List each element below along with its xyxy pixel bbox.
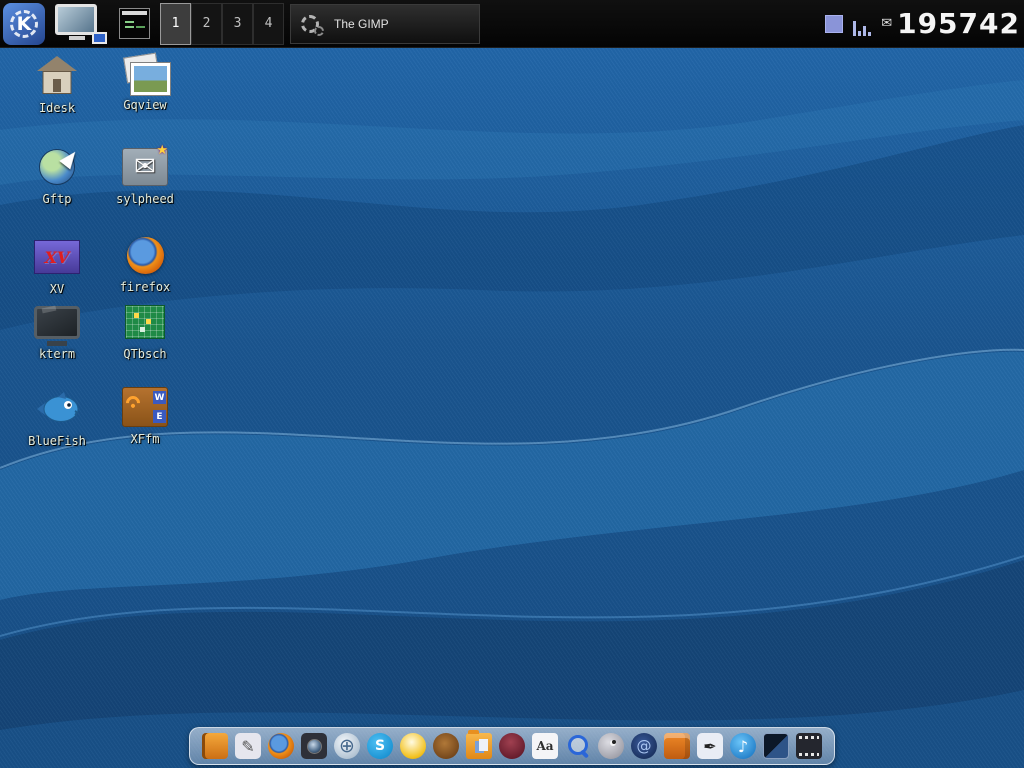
icon-box: XV <box>32 236 82 278</box>
letter-e: E <box>153 410 166 423</box>
dock-item-documents-folder[interactable] <box>466 733 492 759</box>
fish-icon <box>34 390 80 428</box>
desktop-icon-gqview[interactable]: Gqview <box>112 52 178 112</box>
xv-letters: XV <box>45 248 70 267</box>
desktop-icon-gftp[interactable]: Gftp <box>24 146 90 206</box>
xv-icon: XV <box>34 240 80 274</box>
icon-label: Idesk <box>24 101 90 115</box>
desktop-icon-firefox[interactable]: firefox <box>112 234 178 294</box>
mail-icon[interactable]: ✉ <box>881 16 892 31</box>
task-label: The GIMP <box>334 17 389 31</box>
terminal-launcher[interactable] <box>119 8 150 39</box>
file-manager-icon: W E <box>122 387 168 427</box>
mini-window-icon <box>92 32 107 44</box>
k-letter: K <box>17 13 32 35</box>
images-icon <box>120 52 170 94</box>
icon-label: XFfm <box>112 432 178 446</box>
meter-bar <box>858 31 861 36</box>
dock-item-web-browser[interactable]: ⊕ <box>334 733 360 759</box>
house-door <box>53 79 61 92</box>
gear-small-icon <box>314 26 324 36</box>
icon-label: firefox <box>112 280 178 294</box>
icon-label: BlueFish <box>24 434 90 448</box>
kde-menu-button[interactable]: K <box>3 3 45 45</box>
meter-bar <box>863 26 866 36</box>
taskbar-item-gimp[interactable]: The GIMP <box>290 4 480 44</box>
dock-item-search[interactable] <box>565 733 591 759</box>
icon-label: sylpheed <box>112 192 178 206</box>
dock-item-photo-editor[interactable] <box>763 733 789 759</box>
desktop-icon-xv[interactable]: XV XV <box>24 236 90 296</box>
icon-label: kterm <box>24 347 90 361</box>
dock-item-music[interactable]: ♪ <box>730 733 756 759</box>
icon-box: ✉ ★ <box>120 146 170 188</box>
icon-label: QTbsch <box>112 347 178 361</box>
icon-box <box>32 388 82 430</box>
dock: ✎ ⊕ S Aa @ ✒ ♪ <box>189 727 835 765</box>
meter-bar <box>868 32 871 36</box>
workspace-3[interactable]: 3 <box>222 3 253 45</box>
dock-item-address-book[interactable] <box>202 733 228 759</box>
dock-item-gimp[interactable] <box>598 733 624 759</box>
load-meter <box>853 12 871 36</box>
dock-item-idea[interactable] <box>400 733 426 759</box>
workspace-2[interactable]: 2 <box>191 3 222 45</box>
dock-item-fonts[interactable]: Aa <box>532 733 558 759</box>
display-launcher[interactable] <box>53 2 109 46</box>
desktop-icon-idesk[interactable]: Idesk <box>24 55 90 115</box>
home-icon <box>32 55 82 97</box>
dock-item-package[interactable] <box>664 733 690 759</box>
desktop-icon-xffm[interactable]: W E XFfm <box>112 386 178 446</box>
dock-item-gnu[interactable] <box>433 733 459 759</box>
star-badge: ★ <box>156 142 168 158</box>
desktop-icon-qtbsch[interactable]: QTbsch <box>112 301 178 361</box>
signal-arc-icon <box>123 393 143 413</box>
dock-item-camera[interactable] <box>301 733 327 759</box>
letter-w: W <box>153 391 166 404</box>
dock-item-skype[interactable]: S <box>367 733 393 759</box>
workspace-pager: 1 2 3 4 <box>160 3 284 45</box>
icon-box <box>32 301 82 343</box>
firefox-icon <box>127 237 164 274</box>
icon-label: Gftp <box>24 192 90 206</box>
workspace-4[interactable]: 4 <box>253 3 284 45</box>
icon-box <box>120 234 170 276</box>
circuit-board-icon <box>125 305 165 339</box>
icon-box <box>120 301 170 343</box>
meter-bar <box>853 21 856 36</box>
dock-item-swirl[interactable]: @ <box>631 733 657 759</box>
icon-box: W E <box>120 386 170 428</box>
desktop-icon-kterm[interactable]: kterm <box>24 301 90 361</box>
desktop-icon-sylpheed[interactable]: ✉ ★ sylpheed <box>112 146 178 206</box>
dock-item-firefox[interactable] <box>268 733 294 759</box>
pager-applet[interactable] <box>825 15 843 33</box>
top-panel: K 1 2 3 4 The GIMP ✉ 195742 <box>0 0 1024 48</box>
dock-item-wine[interactable] <box>499 733 525 759</box>
monitor-icon <box>34 306 80 339</box>
workspace-1[interactable]: 1 <box>160 3 191 45</box>
globe-cursor-icon <box>39 149 75 185</box>
icon-label: Gqview <box>112 98 178 112</box>
wallpaper <box>0 0 1024 768</box>
desktop-icon-bluefish[interactable]: BlueFish <box>24 388 90 448</box>
dock-item-feather[interactable]: ✒ <box>697 733 723 759</box>
dock-item-video[interactable] <box>796 733 822 759</box>
icon-label: XV <box>24 282 90 296</box>
icon-box <box>32 146 82 188</box>
clock: 195742 <box>897 7 1020 40</box>
monitor-icon <box>55 4 97 35</box>
dock-item-draw[interactable]: ✎ <box>235 733 261 759</box>
envelope-glyph: ✉ <box>134 152 156 182</box>
